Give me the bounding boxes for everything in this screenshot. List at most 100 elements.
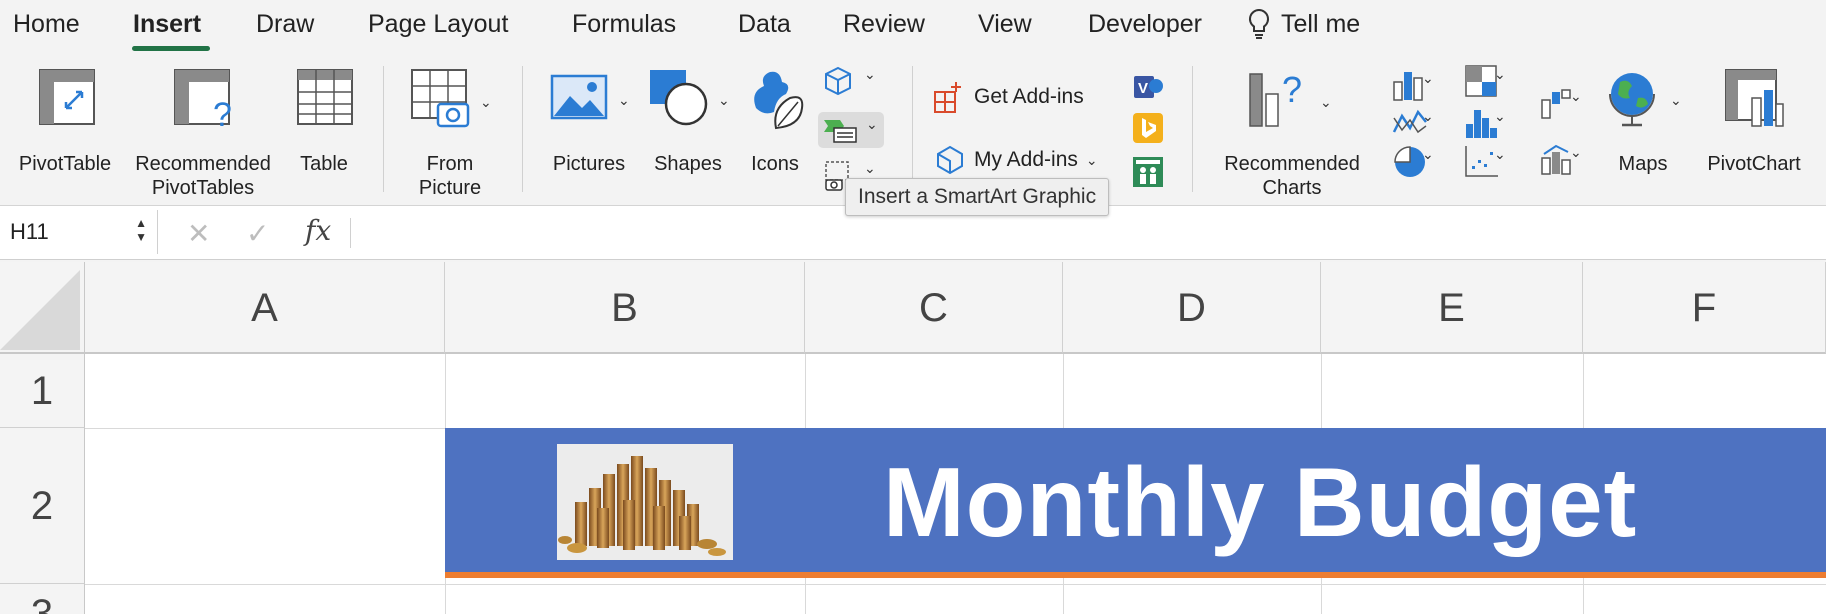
combo-chart-chevron-icon: ⌄: [1570, 144, 1582, 160]
icons-icon: [754, 71, 804, 130]
column-header-b[interactable]: B: [445, 262, 805, 354]
column-header-a[interactable]: A: [85, 262, 445, 354]
line-chart-button[interactable]: ⌄: [1380, 106, 1440, 142]
tab-review[interactable]: Review: [843, 10, 925, 39]
recommended-pivottables-icon: ?: [174, 69, 232, 130]
monthly-budget-banner[interactable]: Monthly Budget: [445, 428, 1826, 578]
get-addins-button[interactable]: Get Add-ins: [932, 80, 1084, 114]
pictures-label: Pictures: [552, 153, 626, 175]
shapes-icon: [650, 70, 708, 126]
statistic-chart-chevron-icon: ⌄: [1494, 108, 1506, 124]
maps-button[interactable]: ⌄ Maps: [1598, 68, 1688, 198]
recommended-pivottables-label-2: PivotTables: [151, 177, 255, 199]
from-picture-label-2: Picture: [418, 177, 482, 199]
icons-button[interactable]: Icons: [740, 68, 810, 198]
name-box-stepper-icon[interactable]: ▲ ▼: [135, 216, 147, 244]
scatter-chart-button[interactable]: ⌄: [1452, 144, 1512, 180]
addins-hexagon-icon: [937, 145, 963, 175]
tab-home[interactable]: Home: [13, 10, 80, 39]
tab-developer[interactable]: Developer: [1088, 10, 1202, 39]
recommended-charts-icon: ?: [1249, 69, 1302, 127]
ribbon-tabs: Home Insert Draw Page Layout Formulas Da…: [0, 0, 1826, 56]
visio-addin-button[interactable]: V: [1130, 72, 1166, 102]
table-icon: [297, 69, 353, 125]
column-header-f[interactable]: F: [1583, 262, 1826, 354]
tab-data[interactable]: Data: [738, 10, 791, 39]
cancel-icon[interactable]: ✕: [187, 217, 210, 250]
insert-function-icon[interactable]: fx: [305, 214, 331, 247]
tab-draw[interactable]: Draw: [256, 10, 314, 39]
formula-divider: [350, 218, 351, 248]
table-label: Table: [300, 153, 348, 175]
tab-view[interactable]: View: [978, 10, 1032, 39]
select-all-corner[interactable]: [0, 262, 85, 354]
tab-insert[interactable]: Insert: [133, 10, 201, 39]
tell-me-label: Tell me: [1281, 9, 1361, 38]
gridline: [85, 584, 1826, 585]
svg-text:?: ?: [213, 96, 232, 130]
pictures-icon: [550, 74, 608, 120]
shapes-label: Shapes: [654, 153, 722, 175]
formula-input[interactable]: [360, 210, 1820, 254]
pie-chart-button[interactable]: ⌄: [1380, 144, 1440, 180]
name-box[interactable]: H11 ▲ ▼: [0, 210, 158, 254]
recommended-charts-chevron-icon: ⌄: [1320, 94, 1332, 110]
from-picture-button[interactable]: ⌄ From Picture: [398, 68, 502, 208]
smartart-button[interactable]: ⌄: [818, 112, 884, 148]
recommended-charts-label-2: Charts: [1262, 177, 1322, 199]
3d-models-chevron-icon: ⌄: [864, 66, 876, 82]
people-graph-icon: [1133, 157, 1163, 187]
shapes-button[interactable]: ⌄ Shapes: [642, 68, 734, 198]
line-chart-chevron-icon: ⌄: [1422, 108, 1434, 124]
statistic-chart-button[interactable]: ⌄: [1452, 106, 1512, 142]
pictures-button[interactable]: ⌄ Pictures: [540, 68, 638, 198]
3d-cube-icon: [825, 66, 851, 96]
hierarchy-chart-chevron-icon: ⌄: [1494, 66, 1506, 82]
pivotchart-button[interactable]: PivotChart: [1698, 68, 1810, 198]
recommended-charts-button[interactable]: ? ⌄ Recommended Charts: [1212, 68, 1372, 208]
select-all-triangle-icon: [0, 270, 80, 350]
globe-icon: [1609, 73, 1655, 127]
row-header-3[interactable]: 3: [0, 584, 85, 614]
column-chart-button[interactable]: ⌄: [1380, 68, 1440, 104]
name-box-value: H11: [10, 219, 49, 244]
pivotchart-label: PivotChart: [1707, 153, 1801, 175]
my-addins-button[interactable]: My Add-ins ⌄: [934, 144, 1098, 176]
row-header-1[interactable]: 1: [0, 354, 85, 428]
hierarchy-chart-button[interactable]: ⌄: [1452, 64, 1512, 100]
row-header-2[interactable]: 2: [0, 428, 85, 584]
get-addins-label: Get Add-ins: [974, 85, 1084, 108]
table-button[interactable]: Table: [288, 68, 360, 198]
bing-maps-addin-button[interactable]: [1130, 112, 1166, 146]
ribbon-separator: [912, 66, 913, 192]
3d-models-button[interactable]: ⌄: [818, 64, 882, 98]
pivottable-button[interactable]: PivotTable: [8, 68, 122, 198]
waterfall-chart-chevron-icon: ⌄: [1570, 88, 1582, 104]
column-header-e[interactable]: E: [1321, 262, 1583, 354]
ribbon-separator: [383, 66, 384, 192]
recommended-pivottables-button[interactable]: ? Recommended PivotTables: [128, 68, 278, 208]
smartart-icon: [824, 120, 857, 143]
tab-page-layout[interactable]: Page Layout: [368, 10, 508, 39]
tell-me-box[interactable]: Tell me: [1247, 8, 1360, 40]
active-tab-indicator: [132, 46, 210, 51]
recommended-charts-label-1: Recommended: [1224, 153, 1360, 175]
combo-chart-button[interactable]: ⌄: [1528, 142, 1588, 178]
column-header-d[interactable]: D: [1063, 262, 1321, 354]
svg-text:?: ?: [1282, 69, 1302, 110]
store-icon: [934, 82, 961, 113]
column-chart-chevron-icon: ⌄: [1422, 70, 1434, 86]
column-header-c[interactable]: C: [805, 262, 1063, 354]
enter-checkmark-icon[interactable]: ✓: [246, 217, 269, 250]
tab-formulas[interactable]: Formulas: [572, 10, 676, 39]
bing-icon: [1133, 113, 1163, 143]
icons-label: Icons: [751, 153, 799, 175]
shapes-chevron-icon: ⌄: [718, 92, 730, 108]
maps-label: Maps: [1618, 153, 1668, 175]
from-picture-chevron-icon: ⌄: [480, 94, 492, 110]
smartart-tooltip: Insert a SmartArt Graphic: [845, 178, 1110, 216]
pie-chart-chevron-icon: ⌄: [1422, 146, 1434, 162]
people-graph-addin-button[interactable]: [1130, 156, 1166, 190]
coin-stacks-image[interactable]: [557, 444, 733, 560]
waterfall-chart-button[interactable]: ⌄: [1528, 86, 1588, 122]
